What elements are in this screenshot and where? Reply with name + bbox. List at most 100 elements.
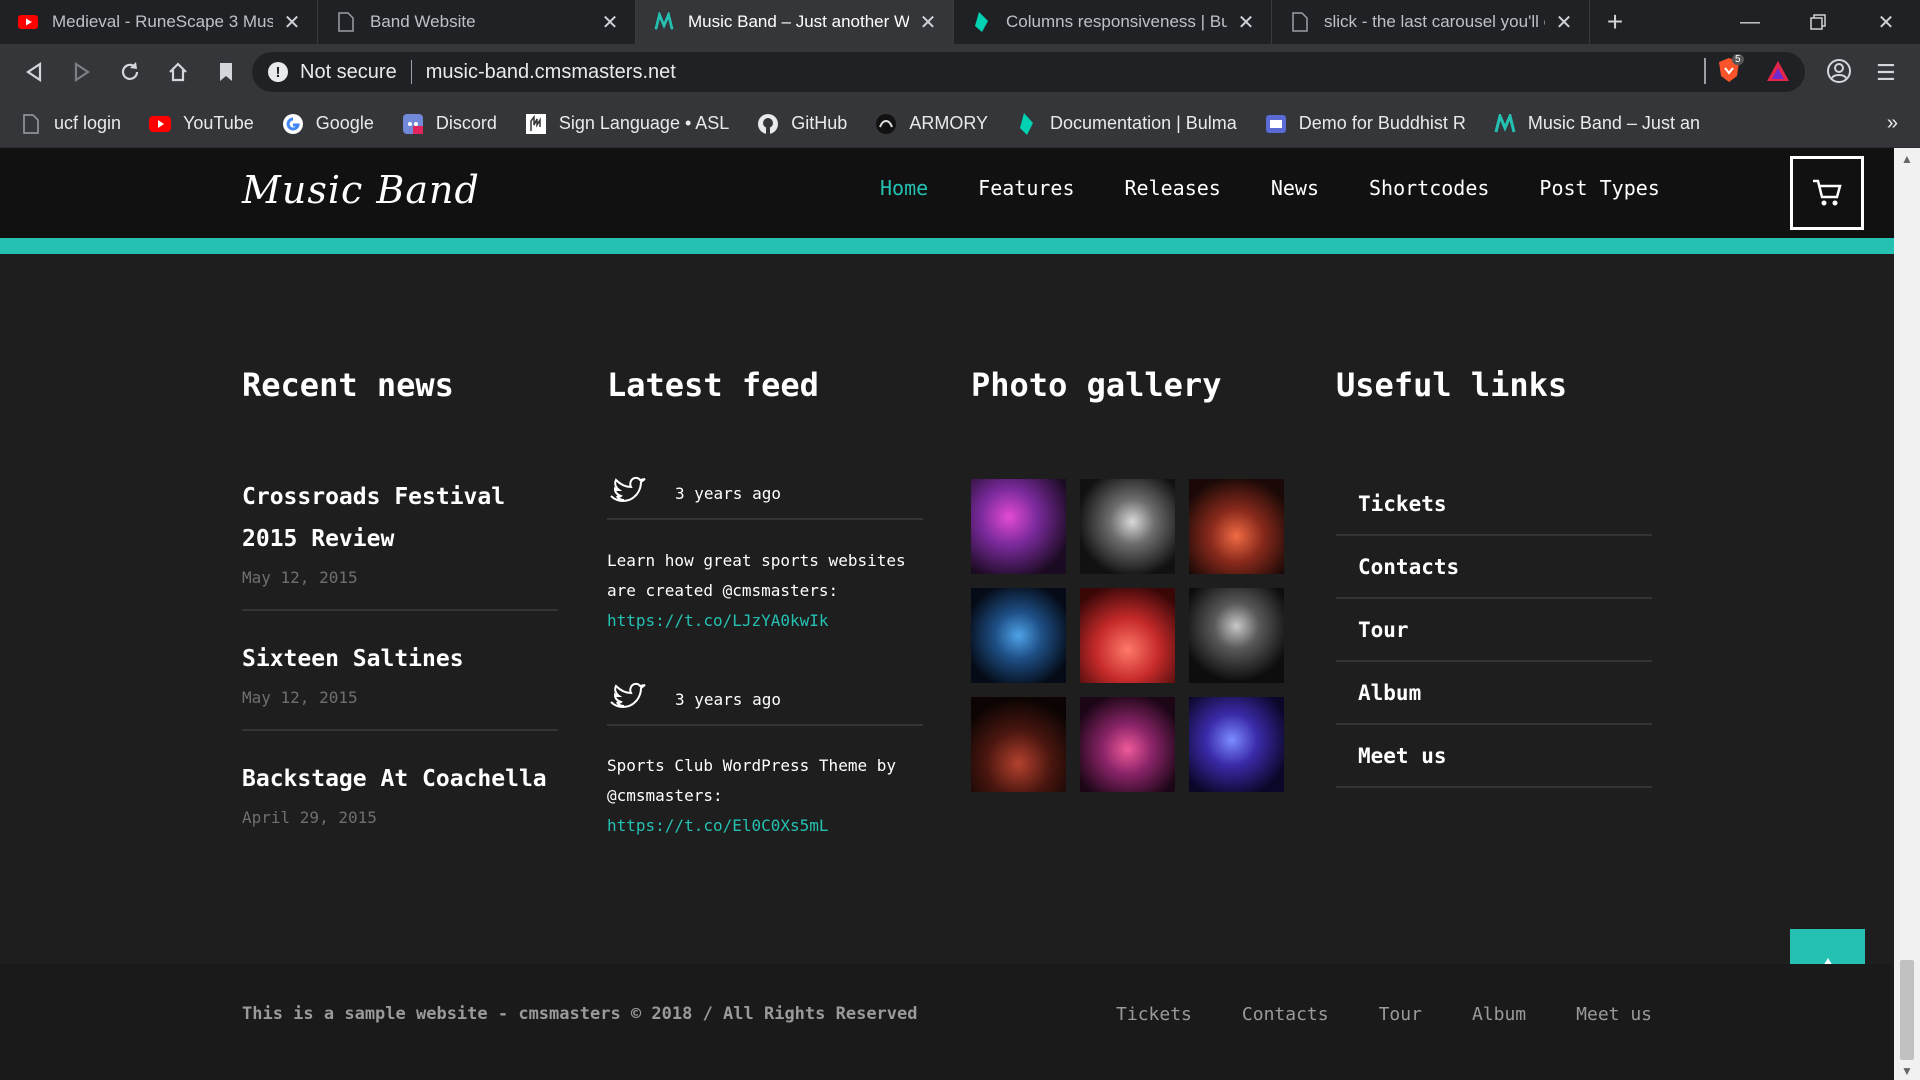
not-secure-icon[interactable]: ! xyxy=(268,62,288,82)
minimize-icon[interactable]: — xyxy=(1716,0,1784,44)
feed-time: 3 years ago xyxy=(675,483,781,503)
feed-header: 3 years ago xyxy=(607,468,923,520)
gallery-photo[interactable] xyxy=(971,697,1066,792)
more-bookmarks-button[interactable]: » xyxy=(1887,112,1898,135)
footer-link-tickets[interactable]: Tickets xyxy=(1116,1004,1192,1025)
menu-icon[interactable]: ☰ xyxy=(1876,60,1896,86)
brave-rewards-icon[interactable] xyxy=(1766,60,1790,87)
page-icon xyxy=(336,12,356,32)
news-item: Sixteen Saltines May 12, 2015 xyxy=(242,638,558,731)
security-label: Not secure xyxy=(300,60,397,83)
scrollbar-thumb[interactable] xyxy=(1900,960,1914,1060)
tab-bulma-columns[interactable]: Columns responsiveness | Bulma ✕ xyxy=(954,0,1272,44)
gallery-photo[interactable] xyxy=(1189,588,1284,683)
twitter-bird-icon xyxy=(610,682,646,708)
tab-title: Band Website xyxy=(370,12,476,31)
restore-icon[interactable] xyxy=(1784,0,1852,44)
site-header: Music Band Home Features Releases News S… xyxy=(0,148,1894,238)
bookmark-label: GitHub xyxy=(791,113,848,133)
cart-button[interactable] xyxy=(1790,156,1864,230)
gallery-photo[interactable] xyxy=(1080,588,1175,683)
gallery-photo[interactable] xyxy=(971,479,1066,574)
useful-links-list: Tickets Contacts Tour Album Meet us xyxy=(1336,473,1652,788)
useful-link-contacts[interactable]: Contacts xyxy=(1336,536,1652,599)
news-item: Backstage At Coachella April 29, 2015 xyxy=(242,758,558,848)
tab-music-band[interactable]: Music Band – Just another WordPress site… xyxy=(636,0,954,44)
profile-icon[interactable] xyxy=(1826,58,1852,89)
close-icon[interactable]: ✕ xyxy=(1237,10,1255,35)
footer-link-contacts[interactable]: Contacts xyxy=(1242,1004,1329,1025)
menu-releases[interactable]: Releases xyxy=(1125,176,1221,200)
menu-post-types[interactable]: Post Types xyxy=(1539,176,1659,200)
back-icon[interactable] xyxy=(10,44,58,100)
scroll-up-icon[interactable]: ▲ xyxy=(1894,152,1920,166)
gallery-photo[interactable] xyxy=(1080,697,1175,792)
bookmark-icon[interactable] xyxy=(202,44,250,100)
tab-runescape[interactable]: Medieval - RuneScape 3 Music ✕ xyxy=(0,0,318,44)
youtube-icon xyxy=(18,12,38,32)
useful-link-tickets[interactable]: Tickets xyxy=(1336,473,1652,536)
bookmark-label: Music Band – Just an xyxy=(1527,113,1700,133)
gallery-photo[interactable] xyxy=(971,588,1066,683)
bookmark-label: Demo for Buddhist R xyxy=(1298,113,1466,133)
feed-message: Learn how great sports websites are crea… xyxy=(607,551,906,600)
bookmark-buddhist-demo[interactable]: Demo for Buddhist R xyxy=(1265,113,1466,135)
tab-title: Medieval - RuneScape 3 Music xyxy=(52,12,273,31)
bookmark-ucf-login[interactable]: ucf login xyxy=(20,113,121,135)
bookmark-youtube[interactable]: YouTube xyxy=(149,113,254,135)
tab-slick[interactable]: slick - the last carousel you'll ever ne… xyxy=(1272,0,1590,44)
bookmark-music-band[interactable]: Music Band – Just an xyxy=(1494,113,1700,135)
close-window-icon[interactable]: ✕ xyxy=(1852,0,1920,44)
feed-link[interactable]: https://t.co/El0C0Xs5mL xyxy=(607,816,829,835)
home-icon[interactable] xyxy=(154,44,202,100)
footer-link-meet-us[interactable]: Meet us xyxy=(1576,1004,1652,1025)
scroll-down-icon[interactable]: ▼ xyxy=(1894,1064,1920,1078)
gallery-photo[interactable] xyxy=(1189,479,1284,574)
feed-link[interactable]: https://t.co/LJzYA0kwIk xyxy=(607,611,829,630)
useful-link-tour[interactable]: Tour xyxy=(1336,599,1652,662)
bookmark-label: Documentation | Bulma xyxy=(1050,113,1237,133)
web-page: Music Band Home Features Releases News S… xyxy=(0,148,1894,1080)
menu-home[interactable]: Home xyxy=(880,176,928,200)
bookmark-discord[interactable]: Discord xyxy=(402,113,497,135)
useful-link-meet-us[interactable]: Meet us xyxy=(1336,725,1652,788)
close-icon[interactable]: ✕ xyxy=(1555,10,1573,35)
page-icon xyxy=(20,113,42,135)
bulma-icon xyxy=(1016,112,1038,135)
useful-link-album[interactable]: Album xyxy=(1336,662,1652,725)
menu-features[interactable]: Features xyxy=(978,176,1074,200)
news-title[interactable]: Sixteen Saltines xyxy=(242,638,558,680)
menu-shortcodes[interactable]: Shortcodes xyxy=(1369,176,1489,200)
bookmark-asl[interactable]: Sign Language • ASL xyxy=(525,113,729,135)
close-icon[interactable]: ✕ xyxy=(601,10,619,35)
new-tab-button[interactable]: + xyxy=(1590,0,1640,44)
news-title[interactable]: Backstage At Coachella xyxy=(242,758,558,800)
bookmark-google[interactable]: Google xyxy=(282,113,374,135)
footer-link-album[interactable]: Album xyxy=(1472,1004,1526,1025)
bookmark-bulma-docs[interactable]: Documentation | Bulma xyxy=(1016,112,1237,135)
close-icon[interactable]: ✕ xyxy=(919,10,937,35)
twitter-bird-icon xyxy=(610,476,646,502)
close-icon[interactable]: ✕ xyxy=(283,10,301,35)
gallery-photo[interactable] xyxy=(1080,479,1175,574)
forward-icon[interactable] xyxy=(58,44,106,100)
bookmark-armory[interactable]: ARMORY xyxy=(875,113,988,135)
main-menu: Home Features Releases News Shortcodes P… xyxy=(880,176,1710,200)
news-item: Crossroads Festival 2015 Review May 12, … xyxy=(242,476,558,611)
recent-news-title: Recent news xyxy=(242,366,454,404)
news-title[interactable]: Crossroads Festival 2015 Review xyxy=(242,476,558,560)
bookmark-label: ucf login xyxy=(54,113,122,133)
demo-icon xyxy=(1265,113,1287,135)
reload-icon[interactable] xyxy=(106,44,154,100)
address-bar[interactable]: ! Not secure music-band.cmsmasters.net xyxy=(252,52,1805,92)
bookmark-github[interactable]: GitHub xyxy=(757,113,847,135)
brave-shield-icon[interactable]: 5 xyxy=(1716,54,1746,86)
site-logo[interactable]: Music Band xyxy=(242,168,480,212)
tab-band-website[interactable]: Band Website ✕ xyxy=(318,0,636,44)
menu-news[interactable]: News xyxy=(1271,176,1319,200)
google-icon xyxy=(282,113,304,135)
footer-link-tour[interactable]: Tour xyxy=(1379,1004,1422,1025)
gallery-photo[interactable] xyxy=(1189,697,1284,792)
asl-icon xyxy=(525,113,547,135)
page-scrollbar[interactable]: ▲ ▼ xyxy=(1894,148,1920,1080)
